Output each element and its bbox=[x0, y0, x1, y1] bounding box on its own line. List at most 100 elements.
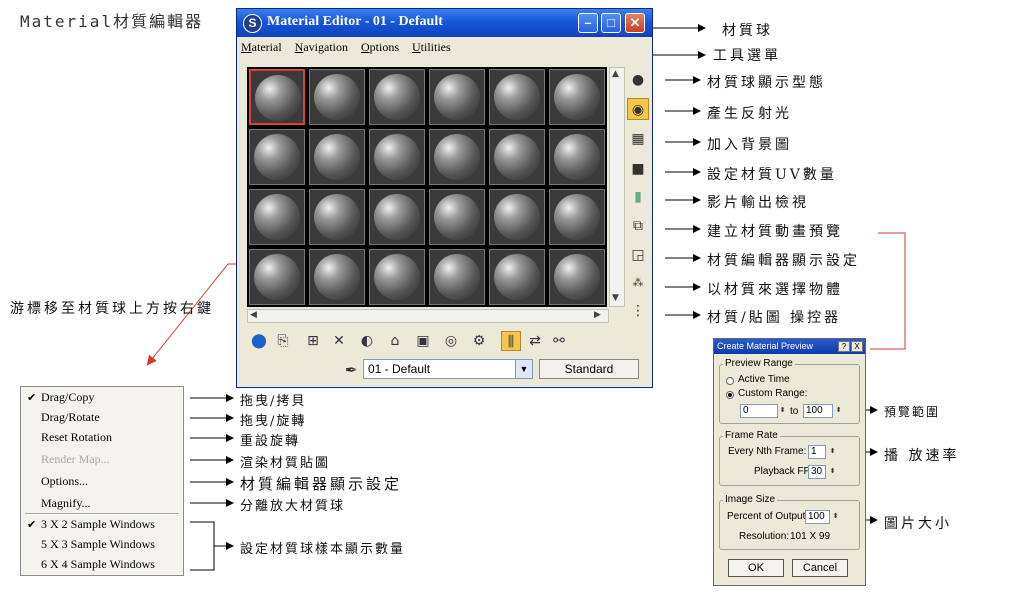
make-preview-icon[interactable]: ⧉ bbox=[627, 215, 649, 237]
annotation-right-click: 游標移至材質球上方按右鍵 bbox=[10, 301, 214, 317]
menu-navigation[interactable]: Navigation bbox=[295, 40, 348, 55]
ok-button[interactable]: OK bbox=[728, 559, 784, 577]
close-icon[interactable]: ✕ bbox=[625, 13, 645, 33]
spinner-icon[interactable]: ⬍ bbox=[831, 510, 840, 524]
backlight-icon[interactable]: ◉ bbox=[627, 98, 649, 120]
go-to-parent-icon[interactable]: ⫼ bbox=[501, 331, 521, 351]
help-icon[interactable]: ? bbox=[838, 341, 850, 352]
menu-item-drag-copy[interactable]: Drag/Copy bbox=[41, 387, 94, 407]
chevron-down-icon[interactable]: ▼ bbox=[515, 360, 532, 378]
annotation-options-item: 材質編輯器顯示設定 bbox=[240, 475, 403, 493]
material-id-icon[interactable]: ▣ bbox=[413, 331, 433, 351]
put-to-library-icon[interactable]: ⌂ bbox=[385, 331, 405, 351]
vertical-scrollbar[interactable]: ▲ ▼ bbox=[609, 67, 625, 307]
horizontal-scrollbar[interactable]: ◀ ▶ bbox=[247, 309, 609, 323]
pick-from-object-icon[interactable]: ⚯ bbox=[549, 331, 569, 351]
sample-slot[interactable] bbox=[249, 249, 305, 305]
title-bar[interactable]: S Material Editor - 01 - Default – □ ✕ bbox=[237, 9, 652, 37]
dialog-title-bar[interactable]: Create Material Preview ? X bbox=[714, 339, 865, 354]
menu-material[interactable]: Material bbox=[241, 40, 282, 55]
menu-utilities[interactable]: Utilities bbox=[412, 40, 451, 55]
options-icon[interactable]: ◲ bbox=[627, 244, 649, 266]
custom-range-radio[interactable] bbox=[726, 391, 734, 399]
sample-slot[interactable] bbox=[489, 129, 545, 185]
minimize-icon[interactable]: – bbox=[578, 13, 598, 33]
menu-item-6x4-sample-windows[interactable]: 6 X 4 Sample Windows bbox=[41, 554, 155, 574]
video-color-check-icon[interactable]: ▮ bbox=[627, 186, 649, 208]
sample-slot[interactable] bbox=[429, 69, 485, 125]
dialog-title: Create Material Preview bbox=[717, 341, 814, 351]
scroll-down-icon[interactable]: ▼ bbox=[612, 293, 619, 303]
close-icon[interactable]: X bbox=[851, 341, 863, 352]
make-unique-icon[interactable]: ◐ bbox=[357, 331, 377, 351]
maximize-icon[interactable]: □ bbox=[601, 13, 621, 33]
annotation-uv-tiling: 設定材質UV數量 bbox=[707, 167, 837, 183]
sample-slot[interactable] bbox=[549, 249, 605, 305]
menu-item-5x3-sample-windows[interactable]: 5 X 3 Sample Windows bbox=[41, 534, 155, 554]
eyedropper-icon[interactable]: ✒ bbox=[345, 361, 358, 379]
cancel-button[interactable]: Cancel bbox=[792, 559, 848, 577]
material-map-navigator-icon[interactable]: ⋮ bbox=[627, 300, 649, 322]
background-icon[interactable]: ▦ bbox=[627, 128, 649, 150]
image-size-group bbox=[719, 500, 860, 550]
sample-slot[interactable] bbox=[489, 249, 545, 305]
reset-map-icon[interactable]: ✕ bbox=[329, 331, 349, 351]
sample-slot[interactable] bbox=[309, 69, 365, 125]
sample-sphere bbox=[494, 254, 540, 300]
material-name-field[interactable]: 01 - Default ▼ bbox=[363, 359, 533, 379]
get-material-icon[interactable]: ⬤ bbox=[249, 331, 269, 351]
assign-to-selection-icon[interactable]: ⊞ bbox=[303, 331, 323, 351]
sample-slot[interactable] bbox=[249, 129, 305, 185]
scroll-up-icon[interactable]: ▲ bbox=[612, 69, 619, 79]
sample-slot[interactable] bbox=[429, 189, 485, 245]
scroll-right-icon[interactable]: ▶ bbox=[594, 310, 601, 320]
menu-item-magnify[interactable]: Magnify... bbox=[41, 493, 91, 513]
sample-slot[interactable] bbox=[369, 69, 425, 125]
spinner-icon[interactable]: ⬍ bbox=[778, 404, 787, 418]
sample-slot[interactable] bbox=[309, 129, 365, 185]
annotation-reset-rotation: 重設旋轉 bbox=[240, 434, 301, 449]
sample-slot[interactable] bbox=[489, 69, 545, 125]
sample-slot[interactable] bbox=[369, 129, 425, 185]
range-start-field[interactable]: 0 bbox=[740, 404, 778, 418]
menu-options[interactable]: Options bbox=[361, 40, 399, 55]
sample-type-icon[interactable]: ● bbox=[627, 69, 649, 91]
active-time-radio[interactable] bbox=[726, 377, 734, 385]
show-map-icon[interactable]: ◎ bbox=[441, 331, 461, 351]
material-type-button[interactable]: Standard bbox=[539, 359, 639, 379]
sample-slot[interactable] bbox=[369, 189, 425, 245]
sample-sphere bbox=[314, 74, 360, 120]
bottom-toolbar: ⬤ ⎘ ⊞ ✕ ◐ ⌂ ▣ ◎ ⚙ ⫼ ⇄ ⚯ bbox=[247, 329, 647, 353]
sample-uv-tiling-icon[interactable]: ■ bbox=[627, 158, 649, 180]
spinner-icon[interactable]: ⬍ bbox=[828, 465, 837, 479]
spinner-icon[interactable]: ⬍ bbox=[828, 445, 837, 459]
nth-frame-field[interactable]: 1 bbox=[808, 445, 826, 459]
every-nth-frame-label: Every Nth Frame: bbox=[728, 446, 807, 457]
menu-item-reset-rotation[interactable]: Reset Rotation bbox=[41, 427, 112, 447]
show-end-result-icon[interactable]: ⚙ bbox=[469, 331, 489, 351]
sample-slot[interactable] bbox=[249, 189, 305, 245]
select-by-material-icon[interactable]: ⁂ bbox=[627, 272, 649, 294]
menu-item-options[interactable]: Options... bbox=[41, 471, 88, 491]
sample-slot[interactable] bbox=[549, 129, 605, 185]
annotation-backlight: 產生反射光 bbox=[707, 106, 792, 122]
sample-slot[interactable] bbox=[249, 69, 305, 125]
playback-fps-field[interactable]: 30 bbox=[808, 465, 826, 479]
put-to-scene-icon[interactable]: ⎘ bbox=[273, 331, 293, 351]
sample-slot[interactable] bbox=[429, 249, 485, 305]
percent-of-output-field[interactable]: 100 bbox=[805, 510, 830, 524]
sample-slot[interactable] bbox=[549, 69, 605, 125]
menu-item-drag-rotate[interactable]: Drag/Rotate bbox=[41, 407, 100, 427]
range-end-field[interactable]: 100 bbox=[803, 404, 833, 418]
sample-slot[interactable] bbox=[309, 189, 365, 245]
scroll-left-icon[interactable]: ◀ bbox=[250, 310, 257, 320]
sample-slot[interactable] bbox=[369, 249, 425, 305]
spinner-icon[interactable]: ⬍ bbox=[834, 404, 843, 418]
sample-slot[interactable] bbox=[489, 189, 545, 245]
sample-slot[interactable] bbox=[429, 129, 485, 185]
sample-sphere bbox=[434, 254, 480, 300]
menu-item-3x2-sample-windows[interactable]: 3 X 2 Sample Windows bbox=[41, 514, 155, 534]
sample-slot[interactable] bbox=[309, 249, 365, 305]
sample-slot[interactable] bbox=[549, 189, 605, 245]
go-forward-icon[interactable]: ⇄ bbox=[525, 331, 545, 351]
